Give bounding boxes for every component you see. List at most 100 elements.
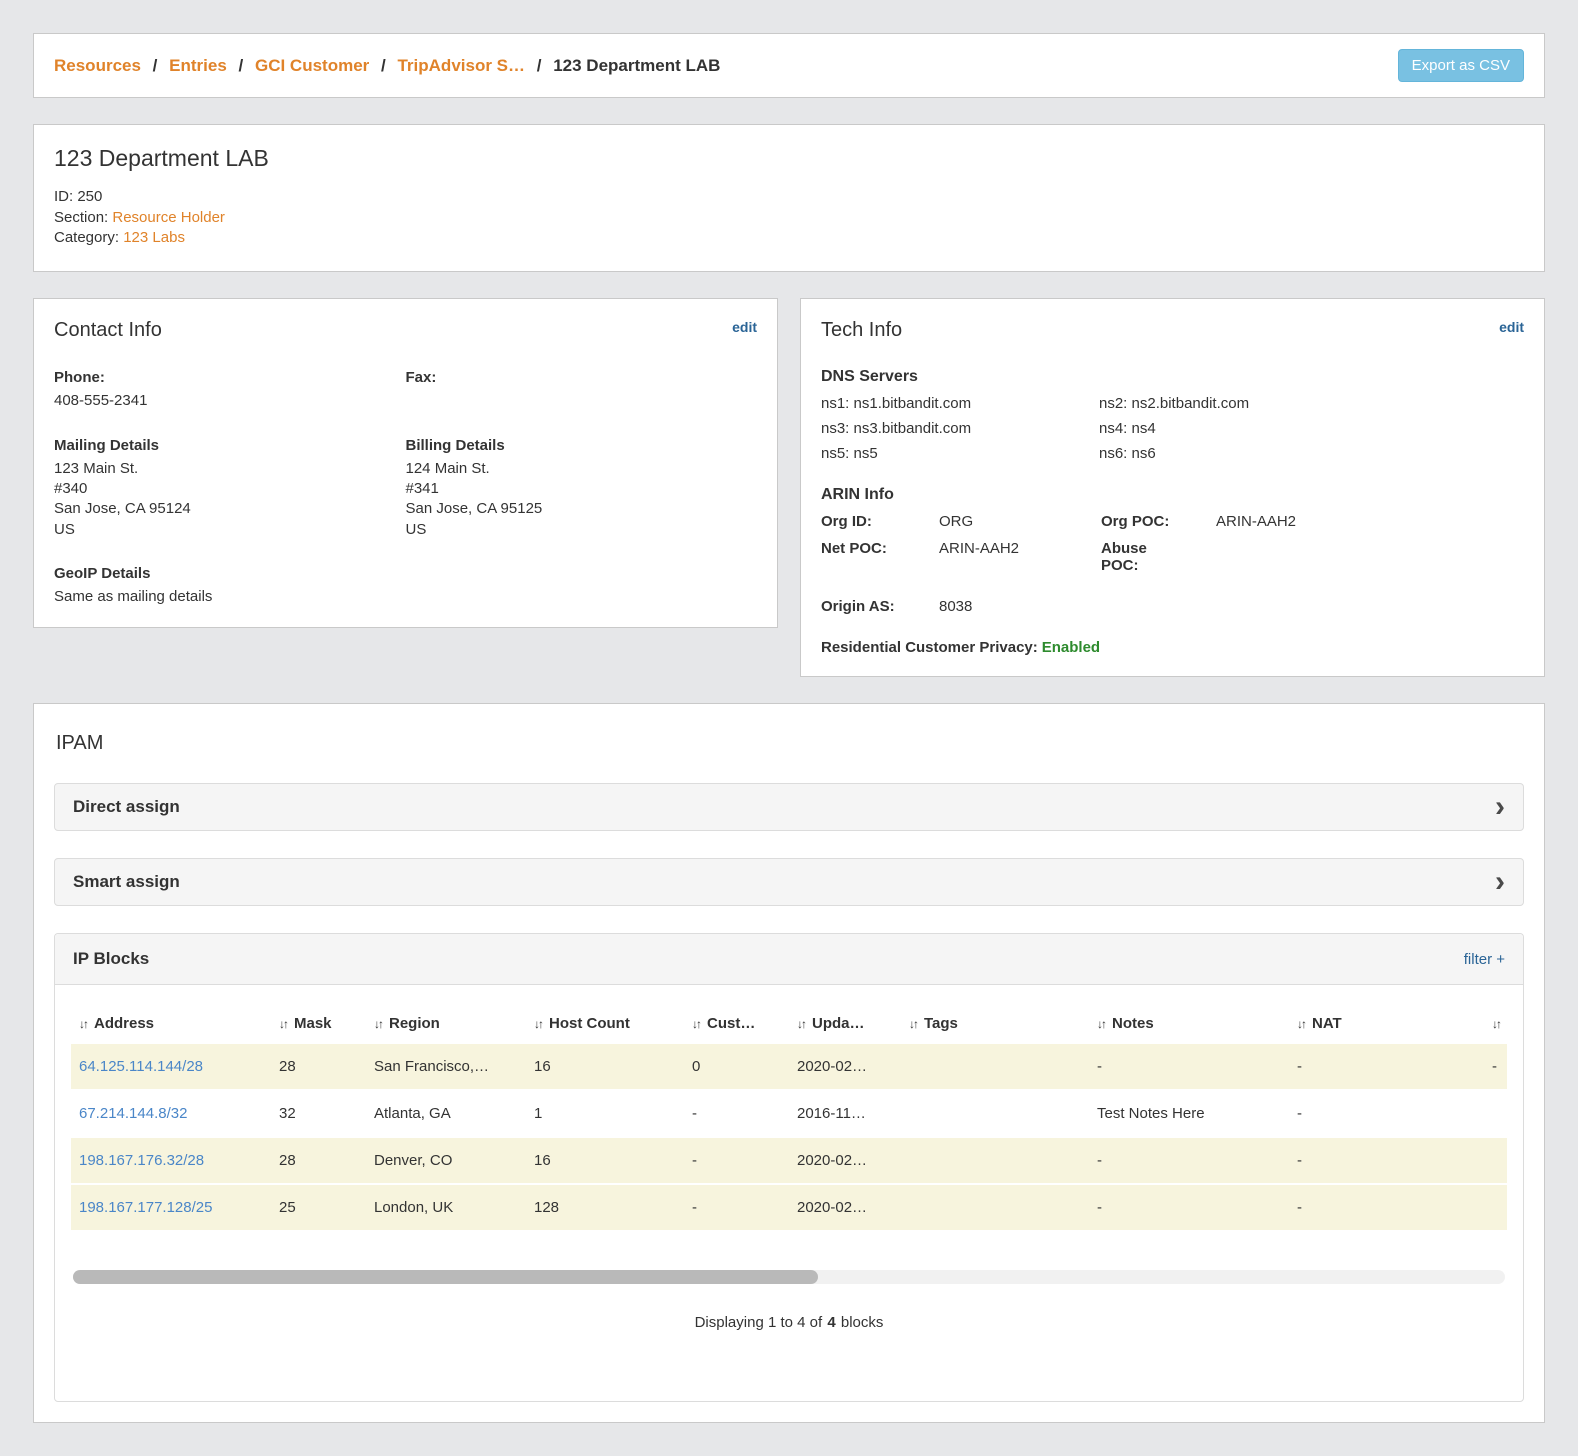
- column-header-tags[interactable]: ↓↑Tags: [901, 1003, 1089, 1044]
- sort-icon: ↓↑: [1097, 1017, 1105, 1031]
- phone-value: 408-555-2341: [54, 391, 406, 411]
- table-viewport: ↓↑Address ↓↑Mask ↓↑Region ↓↑Host Count ↓…: [71, 1003, 1507, 1232]
- dns-value: ns6: [1132, 445, 1156, 462]
- filter-toggle[interactable]: filter +: [1464, 951, 1505, 968]
- phone-block: Phone: 408-555-2341: [54, 368, 406, 412]
- column-label: Upda…: [812, 1015, 865, 1032]
- org-poc-label: Org POC:: [1101, 513, 1216, 530]
- net-poc-value: ARIN-AAH2: [939, 540, 1101, 574]
- org-poc-value: ARIN-AAH2: [1216, 513, 1524, 530]
- contact-info-panel: Contact Info edit Phone: 408-555-2341 Fa…: [33, 298, 778, 628]
- breadcrumb-link-tripadvisor[interactable]: TripAdvisor S…: [397, 56, 525, 75]
- dns-entry: ns5: ns5: [821, 445, 1099, 462]
- column-label: Region: [389, 1015, 440, 1032]
- cell-clipped: [1484, 1090, 1507, 1137]
- column-header-host-count[interactable]: ↓↑Host Count: [526, 1003, 684, 1044]
- smart-assign-toggle[interactable]: Smart assign ›: [54, 858, 1524, 906]
- cell-host-count: 16: [526, 1044, 684, 1090]
- column-label: NAT: [1312, 1015, 1342, 1032]
- pagination-prefix: Displaying 1 to 4 of: [695, 1314, 823, 1331]
- horizontal-scrollbar[interactable]: [73, 1270, 1505, 1284]
- column-header-notes[interactable]: ↓↑ Notes: [1089, 1003, 1289, 1044]
- resource-section-link[interactable]: Resource Holder: [112, 209, 225, 226]
- chevron-right-icon: ›: [1495, 799, 1505, 815]
- contact-edit-link[interactable]: edit: [732, 319, 757, 335]
- breadcrumb-link-resources[interactable]: Resources: [54, 56, 141, 75]
- dns-entry: ns1: ns1.bitbandit.com: [821, 395, 1099, 412]
- cell-cust: -: [684, 1090, 789, 1137]
- export-csv-button[interactable]: Export as CSV: [1398, 49, 1524, 82]
- resource-header-panel: 123 Department LAB ID: 250 Section: Reso…: [33, 124, 1545, 272]
- resource-section-line: Section: Resource Holder: [54, 208, 1524, 229]
- breadcrumb-link-entries[interactable]: Entries: [169, 56, 227, 75]
- column-header-mask[interactable]: ↓↑Mask: [271, 1003, 366, 1044]
- column-label: Notes: [1112, 1015, 1154, 1032]
- cell-updated: 2016-11…: [789, 1090, 901, 1137]
- breadcrumb-bar: Resources / Entries / GCI Customer / Tri…: [33, 33, 1545, 98]
- ip-blocks-section: IP Blocks filter + ↓↑Address: [54, 933, 1524, 1402]
- breadcrumb-separator: /: [537, 56, 542, 75]
- cell-host-count: 128: [526, 1184, 684, 1231]
- column-header-region[interactable]: ↓↑ Region: [366, 1003, 526, 1044]
- ip-blocks-body: ↓↑Address ↓↑Mask ↓↑Region ↓↑Host Count ↓…: [55, 985, 1523, 1401]
- column-label: Address: [94, 1015, 154, 1032]
- breadcrumb: Resources / Entries / GCI Customer / Tri…: [54, 56, 720, 76]
- ip-block-link[interactable]: 64.125.114.144/28: [79, 1058, 203, 1075]
- dns-value: ns5: [854, 445, 878, 462]
- phone-label: Phone:: [54, 368, 406, 388]
- breadcrumb-separator: /: [239, 56, 244, 75]
- dns-value: ns2.bitbandit.com: [1132, 395, 1250, 412]
- privacy-status: Enabled: [1042, 639, 1100, 656]
- column-header-address[interactable]: ↓↑Address: [71, 1003, 271, 1044]
- breadcrumb-separator: /: [381, 56, 386, 75]
- cell-notes: -: [1089, 1184, 1289, 1231]
- tech-edit-link[interactable]: edit: [1499, 319, 1524, 335]
- page: Resources / Entries / GCI Customer / Tri…: [0, 0, 1578, 1456]
- table-row: 198.167.176.32/28 28 Denver, CO 16 - 202…: [71, 1137, 1507, 1184]
- table-header-row: ↓↑Address ↓↑Mask ↓↑Region ↓↑Host Count ↓…: [71, 1003, 1507, 1044]
- sort-icon: ↓↑: [1492, 1017, 1500, 1031]
- cell-region: San Francisco,…: [366, 1044, 526, 1090]
- smart-assign-label: Smart assign: [73, 872, 180, 892]
- cell-updated: 2020-02…: [789, 1044, 901, 1090]
- origin-as-value: 8038: [939, 598, 1101, 615]
- column-header-nat[interactable]: ↓↑NAT: [1289, 1003, 1484, 1044]
- geoip-details-block: GeoIP Details Same as mailing details: [54, 564, 406, 608]
- cell-updated: 2020-02…: [789, 1184, 901, 1231]
- page-title: 123 Department LAB: [54, 145, 1524, 172]
- dns-servers-title: DNS Servers: [821, 368, 1524, 386]
- cell-tags: [901, 1137, 1089, 1184]
- ip-block-link[interactable]: 198.167.177.128/25: [79, 1199, 212, 1216]
- geoip-value: Same as mailing details: [54, 587, 406, 607]
- cell-cust: -: [684, 1137, 789, 1184]
- cell-region: Denver, CO: [366, 1137, 526, 1184]
- pagination-total: 4: [827, 1314, 835, 1331]
- tech-info-panel: Tech Info edit DNS Servers ns1: ns1.bitb…: [800, 298, 1545, 677]
- ip-block-link[interactable]: 198.167.176.32/28: [79, 1152, 204, 1169]
- cell-mask: 28: [271, 1137, 366, 1184]
- cell-tags: [901, 1044, 1089, 1090]
- ip-blocks-title: IP Blocks: [73, 949, 149, 969]
- breadcrumb-separator: /: [153, 56, 158, 75]
- column-header-updated[interactable]: ↓↑Upda…: [789, 1003, 901, 1044]
- dns-entry: ns6: ns6: [1099, 445, 1524, 462]
- ip-block-link[interactable]: 67.214.144.8/32: [79, 1105, 187, 1122]
- direct-assign-toggle[interactable]: Direct assign ›: [54, 783, 1524, 831]
- breadcrumb-link-gci-customer[interactable]: GCI Customer: [255, 56, 369, 75]
- sort-icon: ↓↑: [374, 1017, 382, 1031]
- resource-id-label: ID:: [54, 188, 73, 205]
- cell-updated: 2020-02…: [789, 1137, 901, 1184]
- column-label: Host Count: [549, 1015, 630, 1032]
- contact-grid: Phone: 408-555-2341 Fax: Mailing Details…: [54, 368, 757, 607]
- dns-servers-grid: ns1: ns1.bitbandit.com ns2: ns2.bitbandi…: [821, 395, 1524, 462]
- billing-line: #341: [406, 479, 758, 499]
- column-header-clipped[interactable]: ↓↑: [1484, 1003, 1507, 1044]
- column-header-cust[interactable]: ↓↑Cust…: [684, 1003, 789, 1044]
- cell-address: 67.214.144.8/32: [71, 1090, 271, 1137]
- resource-category-link[interactable]: 123 Labs: [123, 229, 185, 246]
- scrollbar-thumb[interactable]: [73, 1270, 818, 1284]
- abuse-poc-value: [1216, 540, 1524, 574]
- cell-mask: 32: [271, 1090, 366, 1137]
- cell-host-count: 16: [526, 1137, 684, 1184]
- cell-notes: -: [1089, 1137, 1289, 1184]
